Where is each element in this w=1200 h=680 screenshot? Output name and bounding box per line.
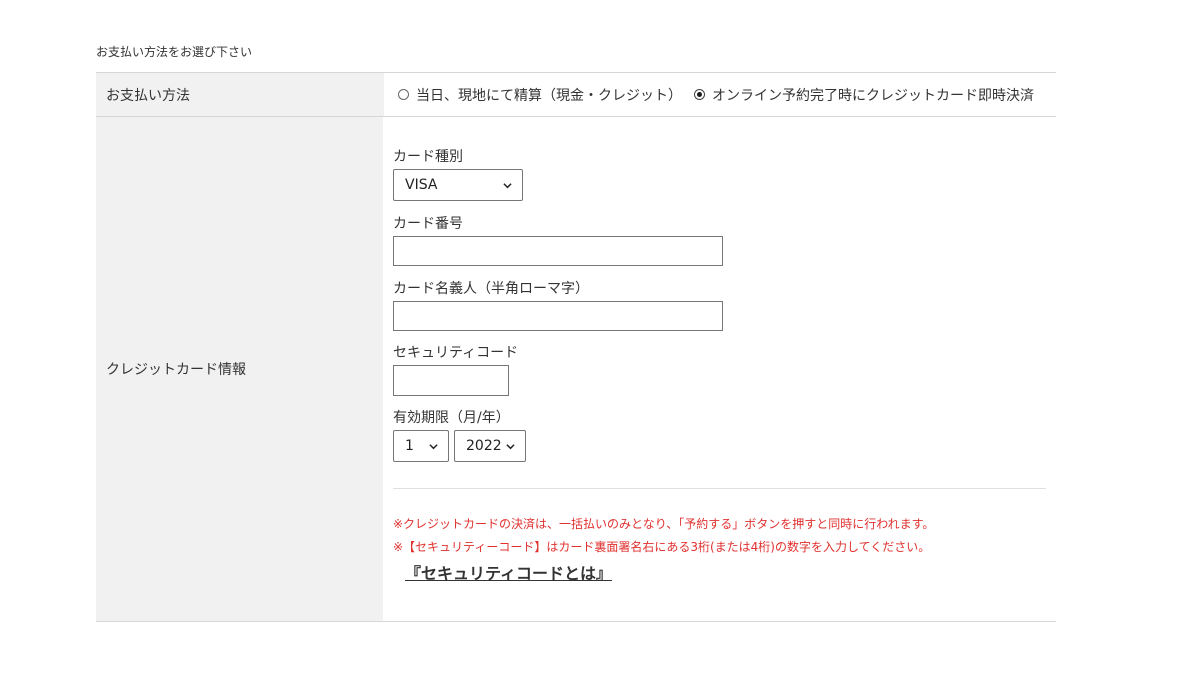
security-code-label: セキュリティコード: [393, 345, 519, 361]
chevron-down-icon: [429, 443, 438, 449]
expiry-month-value: 1: [405, 438, 414, 454]
card-type-select[interactable]: VISA: [393, 169, 523, 201]
payment-method-label: お支払い方法: [96, 73, 384, 116]
note-payment: ※クレジットカードの決済は、一括払いのみとなり、「予約する」ボタンを押すと同時に…: [393, 517, 935, 531]
expiry-selects: 1 2022: [393, 430, 1046, 462]
card-number-input[interactable]: [393, 236, 723, 266]
chevron-down-icon: [503, 182, 512, 188]
page-heading: お支払い方法をお選び下さい: [96, 45, 253, 59]
payment-method-row: お支払い方法 当日、現地にて精算（現金・クレジット） オンライン予約完了時にクレ…: [96, 73, 1056, 117]
security-code-input[interactable]: [393, 365, 509, 396]
payment-method-options: 当日、現地にて精算（現金・クレジット） オンライン予約完了時にクレジットカード即…: [384, 73, 1056, 116]
expiry-year-value: 2022: [466, 438, 502, 454]
note-security-code: ※【セキュリティーコード】はカード裏面署名右にある3桁(または4桁)の数字を入力…: [393, 540, 931, 554]
radio-online-label: オンライン予約完了時にクレジットカード即時決済: [712, 87, 1034, 104]
card-holder-label: カード名義人（半角ローマ字）: [393, 281, 589, 297]
radio-online[interactable]: [694, 89, 705, 100]
expiry-label: 有効期限（月/年）: [393, 410, 510, 426]
radio-onsite[interactable]: [398, 89, 409, 100]
credit-card-label: クレジットカード情報: [96, 117, 383, 621]
chevron-down-icon: [506, 443, 515, 449]
card-holder-input[interactable]: [393, 301, 723, 331]
card-type-label: カード種別: [393, 149, 463, 165]
radio-option-online[interactable]: オンライン予約完了時にクレジットカード即時決済: [694, 85, 1034, 105]
radio-onsite-label: 当日、現地にて精算（現金・クレジット）: [416, 87, 682, 104]
payment-form-table: お支払い方法 当日、現地にて精算（現金・クレジット） オンライン予約完了時にクレ…: [96, 72, 1056, 622]
radio-option-onsite[interactable]: 当日、現地にて精算（現金・クレジット）: [398, 85, 682, 105]
expiry-year-select[interactable]: 2022: [454, 430, 526, 462]
expiry-month-select[interactable]: 1: [393, 430, 449, 462]
security-code-link[interactable]: 『セキュリティコードとは』: [405, 560, 612, 584]
credit-card-row: クレジットカード情報 カード種別 VISA カード番号 カード名義人（半角ローマ…: [96, 117, 1056, 622]
notes-block: ※クレジットカードの決済は、一括払いのみとなり、「予約する」ボタンを押すと同時に…: [393, 513, 1046, 584]
divider: [393, 488, 1046, 489]
credit-card-fields: カード種別 VISA カード番号 カード名義人（半角ローマ字） セキュリティコー…: [383, 117, 1056, 621]
card-type-value: VISA: [405, 177, 438, 193]
card-number-label: カード番号: [393, 216, 463, 232]
